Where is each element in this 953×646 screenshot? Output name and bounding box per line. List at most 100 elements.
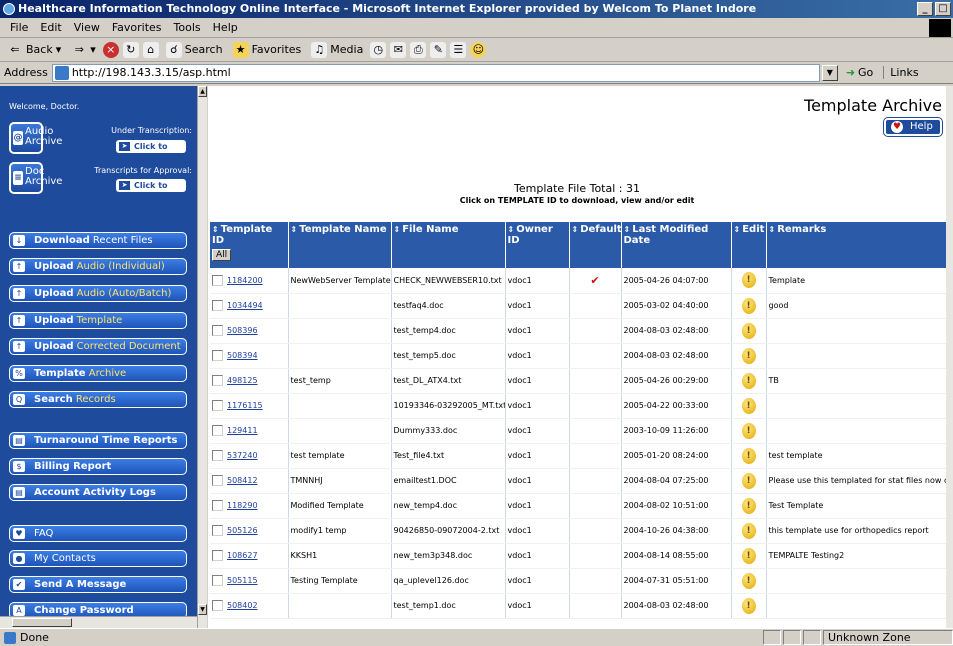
template-id-link[interactable]: 108627 (227, 551, 258, 560)
row-checkbox[interactable] (212, 600, 223, 611)
menu-view[interactable]: View (68, 21, 106, 34)
template-id-link[interactable]: 508394 (227, 351, 258, 360)
row-checkbox[interactable] (212, 575, 223, 586)
refresh-icon[interactable]: ↻ (122, 41, 139, 58)
all-button[interactable]: All (212, 249, 232, 261)
scroll-down-icon[interactable]: ▼ (198, 604, 207, 615)
messenger-icon[interactable]: ☺ (470, 41, 487, 58)
column-header-file-name[interactable]: ⇕ File Name (391, 222, 506, 268)
help-button[interactable]: ♥ Help (884, 118, 942, 136)
column-header-remarks[interactable]: ⇕ Remarks (766, 222, 946, 268)
edit-icon[interactable]: ! (741, 397, 756, 414)
edit-icon[interactable]: ! (741, 347, 756, 364)
edit-page-icon[interactable]: ✎ (430, 41, 447, 58)
stop-icon[interactable]: × (102, 41, 119, 58)
edit-icon[interactable]: ! (741, 572, 756, 589)
nav-upload-template[interactable]: ↑ Upload Template (9, 312, 187, 329)
nav-turnaround-time-reports[interactable]: ▤ Turnaround Time Reports (9, 432, 187, 449)
links-button[interactable]: Links (883, 66, 919, 79)
nav-upload-audio-individual[interactable]: ↑ Upload Audio (Individual) (9, 258, 187, 275)
row-checkbox[interactable] (212, 300, 223, 311)
edit-icon[interactable]: ! (741, 322, 756, 339)
discuss-icon[interactable]: ☰ (450, 41, 467, 58)
template-id-link[interactable]: 1034494 (227, 301, 263, 310)
media-button[interactable]: ♫ Media (308, 41, 366, 58)
audio-archive-button[interactable]: @ Audio Archive (9, 122, 62, 154)
row-checkbox[interactable] (212, 425, 223, 436)
edit-icon[interactable]: ! (741, 597, 756, 614)
edit-icon[interactable]: ! (741, 447, 756, 464)
template-id-link[interactable]: 129411 (227, 426, 258, 435)
menu-tools[interactable]: Tools (168, 21, 207, 34)
nav-template-archive[interactable]: % Template Archive (9, 365, 187, 382)
scroll-thumb[interactable] (12, 618, 72, 627)
print-icon[interactable]: ⎙ (410, 41, 427, 58)
nav-my-contacts[interactable]: ● My Contacts (9, 550, 187, 567)
template-id-link[interactable]: 508396 (227, 326, 258, 335)
row-checkbox[interactable] (212, 350, 223, 361)
address-input[interactable]: http://198.143.3.15/asp.html (51, 63, 820, 82)
template-id-link[interactable]: 505115 (227, 576, 258, 585)
row-checkbox[interactable] (212, 375, 223, 386)
row-checkbox[interactable] (212, 500, 223, 511)
home-icon[interactable]: ⌂ (142, 41, 159, 58)
doc-click-to-view-button[interactable]: ➤ Click to view (116, 179, 186, 203)
template-id-link[interactable]: 537240 (227, 451, 258, 460)
mail-icon[interactable]: ✉ (390, 41, 407, 58)
edit-icon[interactable]: ! (741, 522, 756, 539)
go-button[interactable]: ➜ Go (846, 66, 873, 79)
sidebar-vertical-scrollbar[interactable]: ▲ ▼ (197, 86, 207, 628)
edit-icon[interactable]: ! (741, 472, 756, 489)
edit-icon[interactable]: ! (741, 297, 756, 314)
edit-icon[interactable]: ! (741, 372, 756, 389)
address-dropdown-icon[interactable]: ▼ (821, 64, 838, 81)
content-vertical-scrollbar[interactable] (946, 86, 953, 628)
nav-send-a-message[interactable]: ✔ Send A Message (9, 576, 187, 593)
row-checkbox[interactable] (212, 325, 223, 336)
nav-account-activity-logs[interactable]: ▤ Account Activity Logs (9, 484, 187, 501)
menu-file[interactable]: File (4, 21, 34, 34)
template-id-link[interactable]: 118290 (227, 501, 258, 510)
template-id-link[interactable]: 1176115 (227, 401, 263, 410)
menu-help[interactable]: Help (207, 21, 244, 34)
menu-edit[interactable]: Edit (34, 21, 67, 34)
search-button[interactable]: ☌ Search (163, 41, 226, 58)
nav-faq[interactable]: ♥ FAQ (9, 525, 187, 542)
favorites-button[interactable]: ★ Favorites (230, 41, 305, 58)
history-icon[interactable]: ◷ (370, 41, 387, 58)
row-checkbox[interactable] (212, 450, 223, 461)
template-id-link[interactable]: 1184200 (227, 276, 263, 285)
nav-billing-report[interactable]: $ Billing Report (9, 458, 187, 475)
back-button[interactable]: ⇐ Back ▾ (4, 42, 64, 58)
nav-download-recent-files[interactable]: ↓ Download Recent Files (9, 232, 187, 249)
column-header-owner-id[interactable]: ⇕ Owner ID (505, 222, 570, 268)
audio-click-to-view-button[interactable]: ➤ Click to view (116, 140, 186, 164)
doc-archive-button[interactable]: ≡ Doc Archive (9, 162, 62, 194)
nav-upload-audio-batch[interactable]: ↑ Upload Audio (Auto/Batch) (9, 285, 187, 302)
column-header-template-name[interactable]: ⇕ Template Name (288, 222, 392, 268)
maximize-button[interactable]: □ (935, 2, 951, 16)
forward-button[interactable]: ⇒ ▾ (68, 42, 99, 58)
column-header-last-modified[interactable]: ⇕ Last Modified Date (621, 222, 732, 268)
template-id-link[interactable]: 508402 (227, 601, 258, 610)
edit-icon[interactable]: ! (741, 422, 756, 439)
minimize-button[interactable]: _ (917, 2, 933, 16)
menu-favorites[interactable]: Favorites (106, 21, 168, 34)
row-checkbox[interactable] (212, 475, 223, 486)
edit-icon[interactable]: ! (741, 497, 756, 514)
nav-search-records[interactable]: Q Search Records (9, 391, 187, 408)
nav-upload-corrected-document[interactable]: ↑ Upload Corrected Document (9, 338, 187, 355)
row-checkbox[interactable] (212, 550, 223, 561)
row-checkbox[interactable] (212, 400, 223, 411)
template-id-link[interactable]: 508412 (227, 476, 258, 485)
template-id-link[interactable]: 498125 (227, 376, 258, 385)
sidebar-horizontal-scrollbar[interactable] (0, 616, 197, 628)
row-checkbox[interactable] (212, 525, 223, 536)
template-id-link[interactable]: 505126 (227, 526, 258, 535)
row-checkbox[interactable] (212, 274, 223, 286)
column-header-default[interactable]: ⇕ Default (569, 222, 622, 268)
scroll-up-icon[interactable]: ▲ (198, 86, 207, 97)
column-header-edit[interactable]: ⇕ Edit (731, 222, 767, 268)
column-header-template-id[interactable]: ⇕ Template ID All (210, 222, 289, 268)
edit-icon[interactable]: ! (741, 272, 756, 289)
